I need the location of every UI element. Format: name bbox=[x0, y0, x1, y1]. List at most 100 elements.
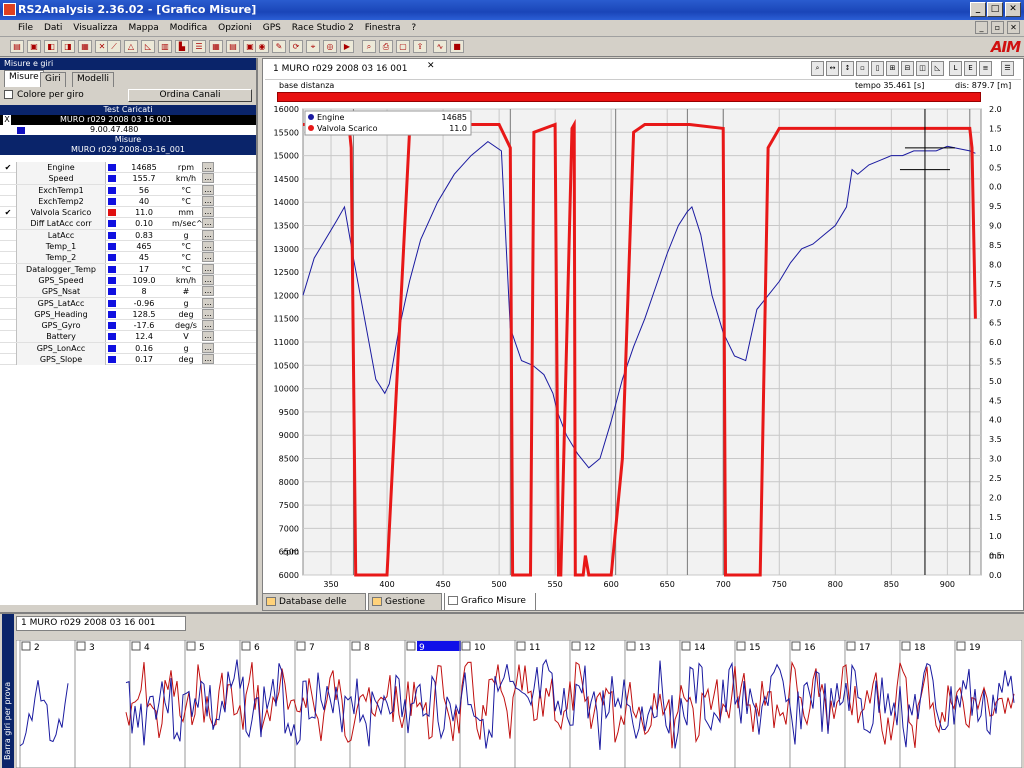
lap-checkbox[interactable] bbox=[791, 641, 801, 651]
lap-checkbox[interactable] bbox=[571, 641, 581, 651]
menu-modifica[interactable]: Modifica bbox=[166, 20, 212, 36]
channel-color-swatch[interactable] bbox=[108, 333, 116, 341]
channel-color-swatch[interactable] bbox=[108, 288, 116, 296]
mdi-minimize-icon[interactable]: _ bbox=[975, 21, 988, 34]
channel-options-button[interactable]: ... bbox=[202, 218, 214, 229]
channel-color-swatch[interactable] bbox=[108, 186, 116, 194]
channel-checkbox[interactable]: ✔ bbox=[3, 207, 13, 218]
menu-visualizza[interactable]: Visualizza bbox=[69, 20, 121, 36]
lap-checkbox[interactable] bbox=[296, 641, 306, 651]
lap-checkbox[interactable] bbox=[956, 641, 966, 651]
channel-options-button[interactable]: ... bbox=[202, 207, 214, 218]
measure-chart[interactable]: 16000 15500 15000 14500 14000 13500 13000 12500… bbox=[263, 103, 1023, 593]
grid-icon[interactable]: ▦ bbox=[209, 40, 223, 53]
zoom-y-icon[interactable]: ↕ bbox=[841, 61, 854, 76]
lap-checkbox[interactable] bbox=[681, 641, 691, 651]
lap-checkbox[interactable] bbox=[516, 641, 526, 651]
remove-test-icon[interactable]: X bbox=[3, 115, 11, 125]
import-icon[interactable]: ◧ bbox=[44, 40, 58, 53]
channel-row[interactable]: GPS_Slope 0.17 deg... bbox=[0, 354, 256, 366]
table-icon[interactable]: ☰ bbox=[192, 40, 206, 53]
channel-color-swatch[interactable] bbox=[108, 299, 116, 307]
doc-close-icon[interactable]: ✕ bbox=[427, 61, 435, 71]
mdi-close-icon[interactable]: ✕ bbox=[1007, 21, 1020, 34]
menu-finestra[interactable]: Finestra bbox=[361, 20, 405, 36]
tab-grafico-misure[interactable]: Grafico Misure bbox=[444, 593, 536, 611]
overlay-icon[interactable]: ⊟ bbox=[901, 61, 914, 76]
channel-options-button[interactable]: ... bbox=[202, 286, 214, 297]
menu-lines-icon[interactable]: ☰ bbox=[1001, 61, 1014, 76]
lap-checkbox[interactable] bbox=[186, 641, 196, 651]
channel-row[interactable]: GPS_Gyro -17.6 deg/s... bbox=[0, 320, 256, 332]
lap-checkbox[interactable] bbox=[21, 641, 31, 651]
channel-row[interactable]: GPS_Heading 128.5 deg... bbox=[0, 308, 256, 321]
lap-label[interactable]: 6 bbox=[254, 643, 260, 653]
channel-row[interactable]: ✔ Engine 14685 rpm... bbox=[0, 162, 256, 174]
lap-label[interactable]: 5 bbox=[199, 643, 205, 653]
channel-row[interactable]: Datalogger_Temp 17 °C... bbox=[0, 263, 256, 275]
menu-race-studio-2[interactable]: Race Studio 2 bbox=[288, 20, 358, 36]
export-data-icon[interactable]: ⇪ bbox=[413, 40, 427, 53]
channel-color-swatch[interactable] bbox=[108, 197, 116, 205]
channel-options-button[interactable]: ... bbox=[202, 354, 214, 365]
channel-row[interactable]: Temp_2 45 °C... bbox=[0, 252, 256, 264]
channel-color-swatch[interactable] bbox=[108, 231, 116, 239]
print-icon[interactable]: ⎙ bbox=[379, 40, 393, 53]
channel-options-button[interactable]: ... bbox=[202, 173, 214, 184]
channel-row[interactable]: GPS_Speed 109.0 km/h... bbox=[0, 274, 256, 287]
loaded-test-row[interactable]: X MURO r029 2008 03 16 001 bbox=[0, 115, 256, 125]
lap-checkbox[interactable] bbox=[406, 641, 416, 651]
tab-modelli[interactable]: Modelli bbox=[72, 72, 115, 87]
tab-giri[interactable]: Giri bbox=[40, 72, 66, 87]
channel-color-swatch[interactable] bbox=[108, 322, 116, 330]
lap-checkbox[interactable] bbox=[846, 641, 856, 651]
ordina-canali-button[interactable]: Ordina Canali bbox=[128, 89, 252, 102]
channel-row[interactable]: Diff LatAcc corr 0.10 m/sec^2... bbox=[0, 218, 256, 230]
zoom-icon[interactable]: ⌕ bbox=[362, 40, 376, 53]
gauge-icon[interactable]: ◉ bbox=[255, 40, 269, 53]
menu-help[interactable]: ? bbox=[407, 20, 420, 36]
channel-row[interactable]: GPS_Nsat 8 #... bbox=[0, 286, 256, 298]
lap-checkbox[interactable] bbox=[131, 641, 141, 651]
lap-label[interactable]: 15 bbox=[749, 643, 760, 653]
lap-label[interactable]: 9 bbox=[419, 643, 425, 653]
zoom-in-icon[interactable]: ⌕ bbox=[811, 61, 824, 76]
lap-checkbox[interactable] bbox=[351, 641, 361, 651]
save-icon[interactable]: ▦ bbox=[78, 40, 92, 53]
channel-row[interactable]: Speed 155.7 km/h... bbox=[0, 173, 256, 185]
lap-checkbox[interactable] bbox=[241, 641, 251, 651]
lap-strip-tab[interactable]: 1 MURO r029 2008 03 16 001 bbox=[16, 616, 187, 631]
channel-color-swatch[interactable] bbox=[108, 243, 116, 251]
channel-color-swatch[interactable] bbox=[108, 344, 116, 352]
test-color-swatch[interactable] bbox=[17, 127, 25, 134]
lap-label[interactable]: 13 bbox=[639, 643, 650, 653]
lap-label[interactable]: 14 bbox=[694, 643, 706, 653]
axis-left-icon[interactable]: L bbox=[949, 61, 962, 76]
channel-color-swatch[interactable] bbox=[108, 265, 116, 273]
channel-row[interactable]: ExchTemp2 40 °C... bbox=[0, 195, 256, 208]
colore-per-giro-checkbox[interactable] bbox=[4, 90, 13, 100]
lap-label[interactable]: 8 bbox=[364, 643, 370, 653]
channel-color-swatch[interactable] bbox=[108, 356, 116, 364]
lap-label[interactable]: 4 bbox=[144, 643, 150, 653]
menu-dati[interactable]: Dati bbox=[40, 20, 66, 36]
tab-gestione-giri[interactable]: Gestione giri bbox=[368, 593, 442, 623]
channel-row[interactable]: GPS_LonAcc 0.16 g... bbox=[0, 342, 256, 355]
split-icon[interactable]: ▯ bbox=[871, 61, 884, 76]
lap-label[interactable]: 2 bbox=[34, 643, 40, 653]
channels-icon[interactable]: ▤ bbox=[226, 40, 240, 53]
measure-icon[interactable]: ◫ bbox=[916, 61, 929, 76]
video-icon[interactable]: ▶ bbox=[340, 40, 354, 53]
lap-label[interactable]: 12 bbox=[584, 643, 595, 653]
channel-options-button[interactable]: ... bbox=[202, 241, 214, 252]
menu-mappa[interactable]: Mappa bbox=[125, 20, 163, 36]
triangle-chart-icon[interactable]: △ bbox=[124, 40, 138, 53]
list-icon[interactable]: ≡ bbox=[979, 61, 992, 76]
fit-icon[interactable]: ⊞ bbox=[886, 61, 899, 76]
channel-row[interactable]: Temp_1 465 °C... bbox=[0, 241, 256, 253]
lap-bar[interactable] bbox=[277, 92, 981, 102]
histogram-icon[interactable]: ▥ bbox=[158, 40, 172, 53]
lap-label[interactable]: 3 bbox=[89, 643, 95, 653]
gps-icon[interactable]: ◎ bbox=[323, 40, 337, 53]
channel-options-button[interactable]: ... bbox=[202, 297, 214, 308]
